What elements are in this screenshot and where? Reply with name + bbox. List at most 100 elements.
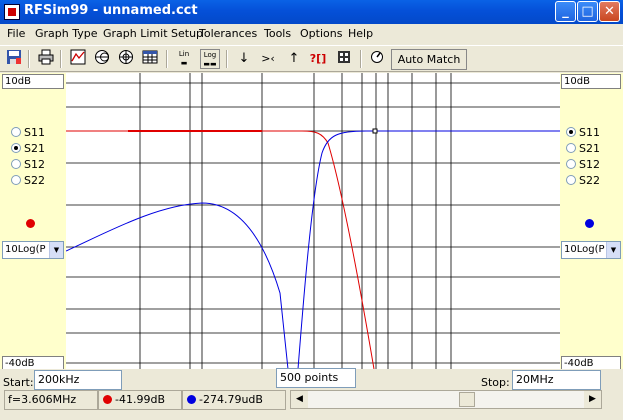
close-icon: ✕ [604,4,615,19]
center-button[interactable]: >‹ [258,49,278,69]
left-scale-select[interactable]: 10Log(P ▼ [2,241,64,259]
radio-label: S21 [579,142,600,155]
menu-options[interactable]: Options [300,27,342,40]
menu-help[interactable]: Help [348,27,373,40]
toolbar: Lin ▬ Log ▬▬ ↓ >‹ ↑ ?[] Auto Match [0,45,623,72]
toolbar-separator [28,50,30,68]
up-arrow-icon: ↑ [288,51,300,66]
right-top-scale[interactable]: 10dB [561,74,621,89]
radio-button[interactable] [11,159,21,169]
toolbar-separator [226,50,228,68]
help-icon: ?[] [309,52,327,65]
rect-graph-icon [70,49,86,65]
radio-label: S12 [24,158,45,171]
auto-match-button[interactable]: Auto Match [391,49,467,70]
trace-color-dot [26,219,35,228]
app-icon[interactable] [4,4,20,20]
lin-scale-button[interactable]: Lin ▬ [174,49,194,69]
minimize-button[interactable]: _ [555,1,576,22]
close-button[interactable]: ✕ [599,1,620,22]
select-value: 10Log(P [564,244,605,255]
rect-graph-button[interactable] [68,49,88,69]
left-radio-s21[interactable]: S21 [11,142,45,158]
response-graph[interactable] [66,73,560,369]
graph-grid [66,73,560,369]
left-radio-s22[interactable]: S22 [11,174,45,190]
context-help-button[interactable]: ?[] [308,49,328,69]
left-radio-s11[interactable]: S11 [11,126,45,142]
radio-label: S12 [579,158,600,171]
blue-dot-icon [187,395,196,404]
toolbar-separator [60,50,62,68]
title-bar: RFSim99 - unnamed.cct _ □ ✕ [0,0,623,24]
scale-up-button[interactable]: ↑ [284,49,304,69]
radio-label: S21 [24,142,45,155]
red-dot-icon [103,395,112,404]
stop-frequency-input[interactable]: 20MHz [512,370,601,390]
component-icon [338,51,350,63]
log-scale-button[interactable]: Log ▬▬ [200,49,220,69]
lin-label: Lin [178,50,190,58]
right-param-panel: 10dB S11 S21 S12 S22 10Log(P ▼ -40dB [560,73,623,371]
left-radio-s12[interactable]: S12 [11,158,45,174]
frequency-scrollbar[interactable]: ◀ ▶ [290,390,602,409]
scroll-left-button[interactable]: ◀ [291,391,308,408]
component-button[interactable] [334,49,354,69]
smith-chart-icon [95,50,109,64]
right-radio-s22[interactable]: S22 [566,174,600,190]
table-button[interactable] [140,49,160,69]
radio-label: S11 [24,126,45,139]
polar-chart-icon [119,50,133,64]
save-icon [7,50,21,64]
maximize-button[interactable]: □ [577,1,598,22]
menu-graph-type[interactable]: Graph Type [35,27,98,40]
menu-file[interactable]: File [7,27,25,40]
radio-button[interactable] [566,143,576,153]
print-button[interactable] [36,49,56,69]
chevron-down-icon: ▼ [606,242,620,258]
printer-icon [38,49,54,65]
stop-label: Stop: [481,376,510,389]
select-value: 10Log(P [5,244,46,255]
radio-button[interactable] [566,159,576,169]
smith-chart-button[interactable] [92,49,112,69]
scroll-right-button[interactable]: ▶ [584,391,601,408]
radio-button[interactable] [566,127,576,137]
polar-chart-button[interactable] [116,49,136,69]
start-frequency-input[interactable]: 200kHz [34,370,122,390]
left-param-panel: 10dB S11 S21 S12 S22 10Log(P ▼ -40dB [0,73,66,371]
s21-value: -41.99dB [115,393,165,406]
menu-tolerances[interactable]: Tolerances [199,27,257,40]
menu-bar: File Graph Type Graph Limit Setup Tolera… [0,24,623,44]
menu-tools[interactable]: Tools [264,27,291,40]
center-icon: >‹ [261,52,275,65]
radio-button[interactable] [11,127,21,137]
scroll-thumb[interactable] [459,392,475,407]
menu-graph-limit[interactable]: Graph Limit Setup [103,27,203,40]
s11-readout: -274.79udB [182,390,286,410]
radio-label: S22 [579,174,600,187]
radio-label: S22 [24,174,45,187]
trace-marker[interactable] [372,128,378,134]
right-radio-s21[interactable]: S21 [566,142,600,158]
right-radio-s11[interactable]: S11 [566,126,600,142]
radio-button[interactable] [566,175,576,185]
radio-button[interactable] [11,143,21,153]
right-scale-select[interactable]: 10Log(P ▼ [561,241,621,259]
log-label: Log [203,51,217,59]
toolbar-separator [360,50,362,68]
tune-button[interactable] [367,49,387,69]
right-radio-s12[interactable]: S12 [566,158,600,174]
s21-readout: -41.99dB [98,390,182,410]
graph-plot[interactable] [66,73,560,369]
left-top-scale[interactable]: 10dB [2,74,64,89]
s11-value: -274.79udB [199,393,263,406]
radio-button[interactable] [11,175,21,185]
frequency-readout: f=3.606MHz [4,390,98,410]
chevron-down-icon: ▼ [49,242,63,258]
scale-down-button[interactable]: ↓ [234,49,254,69]
tune-icon [371,51,383,63]
points-input[interactable]: 500 points [276,368,356,388]
maximize-icon: □ [581,4,594,19]
save-button[interactable] [4,49,24,69]
